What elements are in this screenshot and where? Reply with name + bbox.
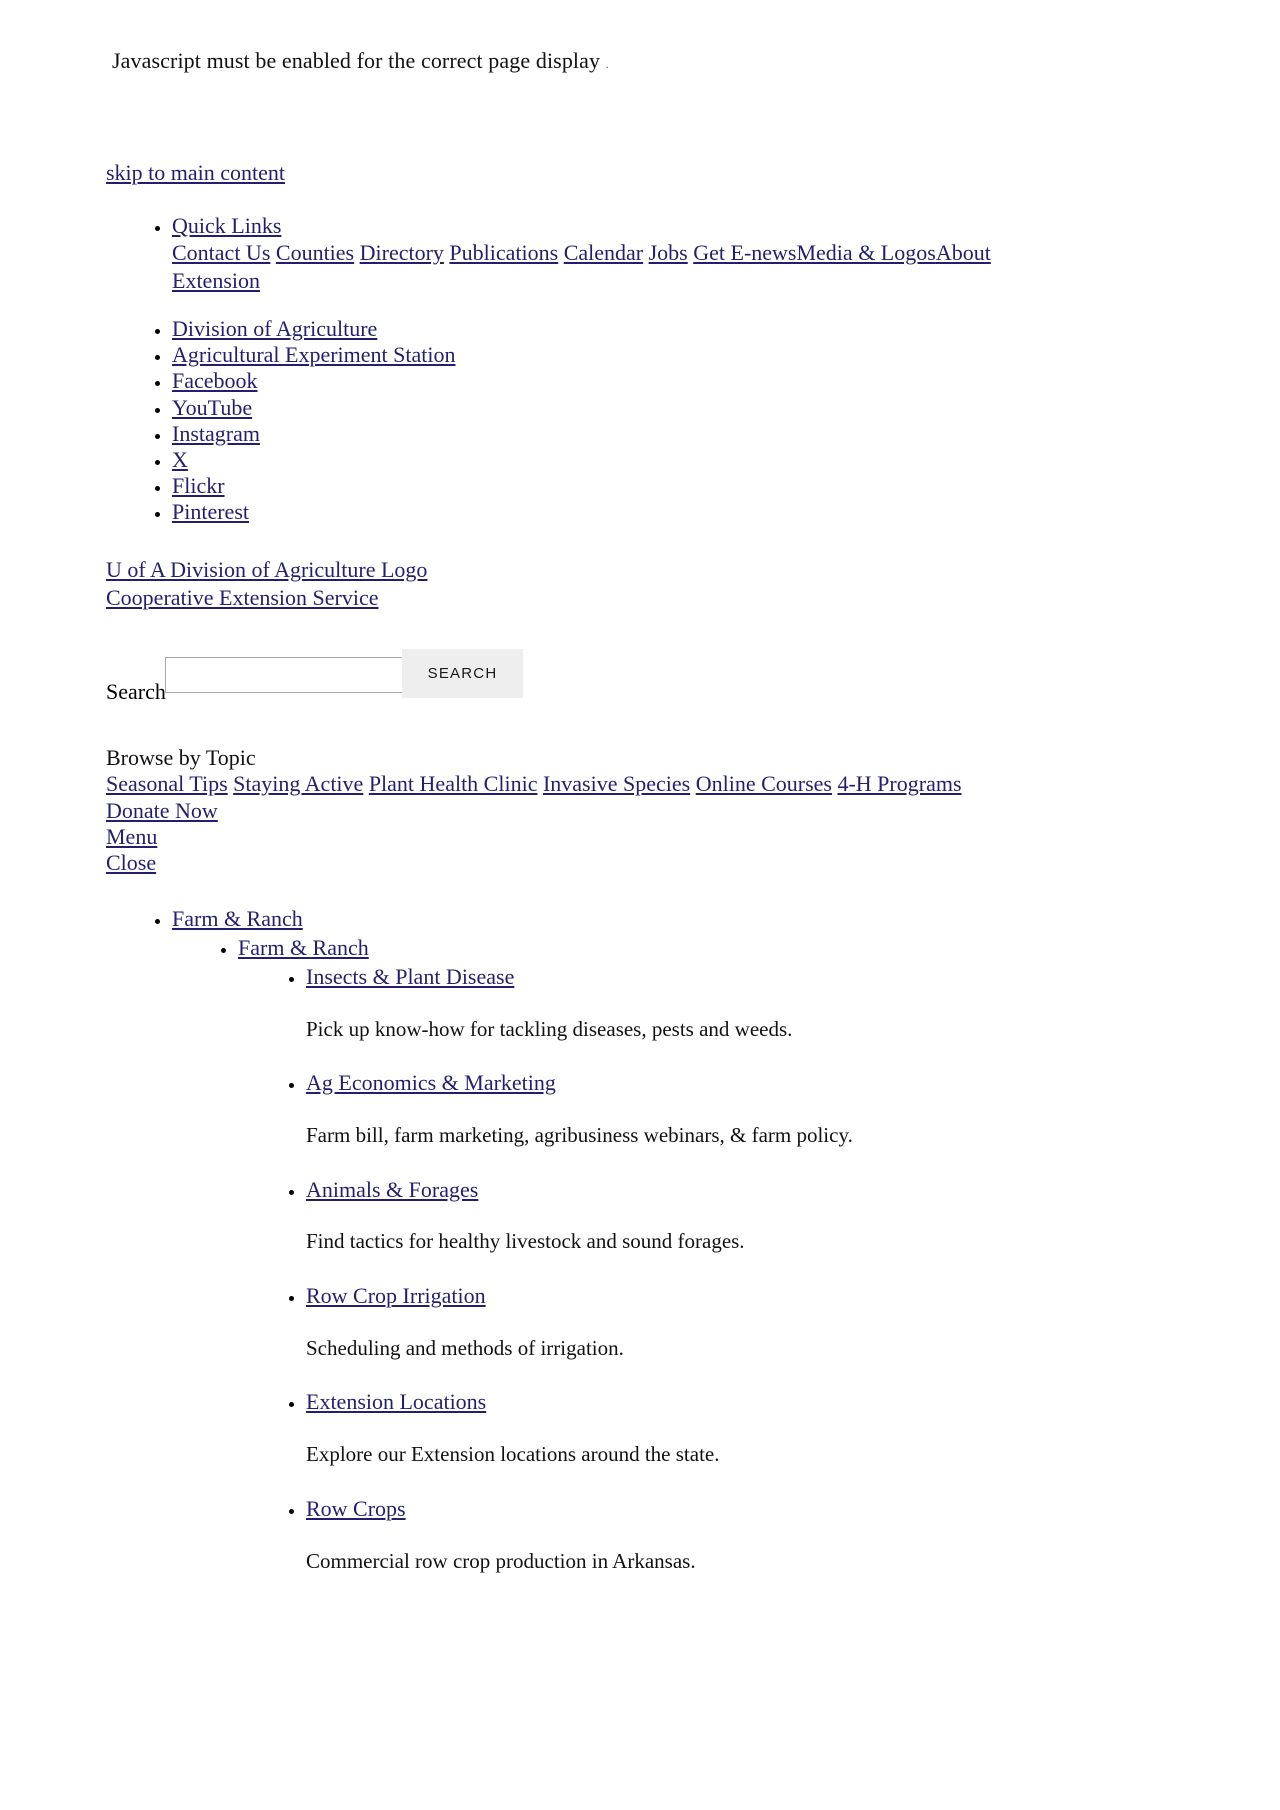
quick-link-jobs[interactable]: Jobs — [649, 240, 688, 265]
close-menu-link[interactable]: Close — [106, 850, 156, 875]
menu-link-row-crop-irrigation[interactable]: Row Crop Irrigation — [306, 1283, 486, 1308]
menu-item-insects-and-plant-disease: Insects & Plant Disease — [306, 964, 1280, 991]
donate-now-link[interactable]: Donate Now — [106, 798, 218, 823]
search-input[interactable] — [165, 657, 403, 694]
page-root: Javascript must be enabled for the corre… — [0, 0, 1280, 1574]
list-item: Flickr — [172, 473, 1280, 499]
list-item: Agricultural Experiment Station — [172, 342, 1280, 368]
quick-link-counties[interactable]: Counties — [276, 240, 354, 265]
list-item: Instagram — [172, 421, 1280, 447]
menu-desc-insects-and-plant-disease-wrapper: Pick up know-how for tackling diseases, … — [306, 1017, 1280, 1043]
social-link-pinterest[interactable]: Pinterest — [172, 499, 249, 524]
menu-description: Commercial row crop production in Arkans… — [306, 1548, 696, 1573]
menu-link-row-crops[interactable]: Row Crops — [306, 1496, 406, 1521]
social-link-agricultural-experiment-station[interactable]: Agricultural Experiment Station — [172, 342, 456, 367]
javascript-notice-text: Javascript must be enabled for the corre… — [112, 48, 601, 73]
topic-link-online-courses[interactable]: Online Courses — [696, 771, 832, 796]
social-link-division-of-agriculture[interactable]: Division of Agriculture — [172, 316, 377, 341]
menu-item-ag-economics-and-marketing: Ag Economics & Marketing — [306, 1070, 1280, 1097]
menu-desc-row-crop-irrigation-wrapper: Scheduling and methods of irrigation. — [306, 1336, 1280, 1362]
branding-block: U of A Division of Agriculture Logo Coop… — [106, 557, 1280, 611]
list-item: Division of Agriculture — [172, 316, 1280, 342]
search-area: Search SEARCH — [106, 649, 1280, 713]
social-link-instagram[interactable]: Instagram — [172, 421, 260, 446]
quick-link-get-e-news[interactable]: Get E-news — [693, 240, 796, 265]
menu-description: Farm bill, farm marketing, agribusiness … — [306, 1122, 853, 1147]
quick-links-item: Quick Links Contact Us Counties Director… — [172, 213, 1280, 294]
social-link-youtube[interactable]: YouTube — [172, 395, 252, 420]
menu-link-ag-economics-and-marketing[interactable]: Ag Economics & Marketing — [306, 1070, 556, 1095]
menu-link-animals-and-forages[interactable]: Animals & Forages — [306, 1177, 478, 1202]
topic-link-plant-health-clinic[interactable]: Plant Health Clinic — [369, 771, 538, 796]
menu-item-row-crop-irrigation: Row Crop Irrigation — [306, 1283, 1280, 1310]
list-item: Facebook — [172, 368, 1280, 394]
menu-description: Find tactics for healthy livestock and s… — [306, 1229, 745, 1254]
topic-link-invasive-species[interactable]: Invasive Species — [543, 771, 690, 796]
quick-link-directory[interactable]: Directory — [360, 240, 444, 265]
menu-desc-extension-locations-wrapper: Explore our Extension locations around t… — [306, 1442, 1280, 1468]
menu-toggle-wrapper: Menu — [106, 824, 1280, 850]
topic-links-row: Seasonal Tips Staying Active Plant Healt… — [106, 771, 996, 797]
donate-now-wrapper: Donate Now — [106, 798, 1280, 824]
menu-desc-ag-economics-and-marketing-wrapper: Farm bill, farm marketing, agribusiness … — [306, 1123, 1280, 1149]
social-links-list: Division of Agriculture Agricultural Exp… — [0, 316, 1280, 525]
menu-item-row-crops: Row Crops — [306, 1496, 1280, 1523]
menu-link-insects-and-plant-disease[interactable]: Insects & Plant Disease — [306, 964, 514, 989]
menu-section-link-farm-and-ranch[interactable]: Farm & Ranch — [238, 935, 369, 960]
list-item: Pinterest — [172, 499, 1280, 525]
topic-link-4h-programs[interactable]: 4-H Programs — [837, 771, 961, 796]
search-button[interactable]: SEARCH — [402, 649, 523, 699]
close-menu-wrapper: Close — [106, 850, 1280, 876]
quick-link-publications[interactable]: Publications — [449, 240, 558, 265]
browse-by-topic-title: Browse by Topic — [106, 745, 256, 771]
social-link-facebook[interactable]: Facebook — [172, 368, 258, 393]
topic-link-seasonal-tips[interactable]: Seasonal Tips — [106, 771, 228, 796]
menu-item-extension-locations: Extension Locations — [306, 1389, 1280, 1416]
menu-link-extension-locations[interactable]: Extension Locations — [306, 1389, 486, 1414]
menu-item-animals-and-forages: Animals & Forages — [306, 1177, 1280, 1204]
javascript-notice-period: . — [605, 59, 609, 71]
division-of-agriculture-logo-link[interactable]: U of A Division of Agriculture Logo — [106, 557, 427, 582]
list-item: YouTube — [172, 395, 1280, 421]
social-link-x[interactable]: X — [172, 447, 188, 472]
menu-item-farm-and-ranch: Farm & Ranch Farm & Ranch Insects & Plan… — [172, 906, 1280, 1574]
quick-links-heading-link[interactable]: Quick Links — [172, 213, 281, 238]
social-link-flickr[interactable]: Flickr — [172, 473, 225, 498]
search-label: Search — [106, 679, 166, 705]
quick-link-calendar[interactable]: Calendar — [564, 240, 643, 265]
menu-desc-animals-and-forages-wrapper: Find tactics for healthy livestock and s… — [306, 1229, 1280, 1255]
main-menu-level1: Farm & Ranch Farm & Ranch Insects & Plan… — [0, 906, 1280, 1574]
quick-link-media-and-logos[interactable]: Media & Logos — [796, 240, 935, 265]
skip-to-main-content[interactable]: skip to main content — [106, 160, 1280, 187]
quick-links-list: Quick Links Contact Us Counties Director… — [0, 213, 1280, 294]
menu-link-farm-and-ranch[interactable]: Farm & Ranch — [172, 906, 303, 931]
quick-link-contact-us[interactable]: Contact Us — [172, 240, 270, 265]
javascript-disabled-notice: Javascript must be enabled for the corre… — [112, 48, 1280, 75]
menu-description: Pick up know-how for tackling diseases, … — [306, 1016, 793, 1041]
list-item: X — [172, 447, 1280, 473]
quick-links-row: Contact Us Counties Directory Publicatio… — [172, 239, 1017, 294]
menu-section-farm-and-ranch: Farm & Ranch Insects & Plant Disease Pic… — [238, 935, 1280, 1574]
cooperative-extension-service-link[interactable]: Cooperative Extension Service — [106, 585, 378, 610]
menu-description: Scheduling and methods of irrigation. — [306, 1335, 624, 1360]
skip-to-main-content-link[interactable]: skip to main content — [106, 160, 285, 185]
topic-link-staying-active[interactable]: Staying Active — [233, 771, 363, 796]
menu-desc-row-crops-wrapper: Commercial row crop production in Arkans… — [306, 1549, 1280, 1575]
main-menu-level3: Insects & Plant Disease Pick up know-how… — [238, 964, 1280, 1575]
main-menu-level2: Farm & Ranch Insects & Plant Disease Pic… — [172, 935, 1280, 1574]
menu-toggle-link[interactable]: Menu — [106, 824, 157, 849]
menu-description: Explore our Extension locations around t… — [306, 1442, 720, 1467]
browse-by-topic-block: Browse by Topic Seasonal Tips Staying Ac… — [106, 745, 1280, 876]
site-name-wrapper: Cooperative Extension Service — [106, 585, 1280, 611]
logo-link-wrapper: U of A Division of Agriculture Logo — [106, 557, 1280, 583]
